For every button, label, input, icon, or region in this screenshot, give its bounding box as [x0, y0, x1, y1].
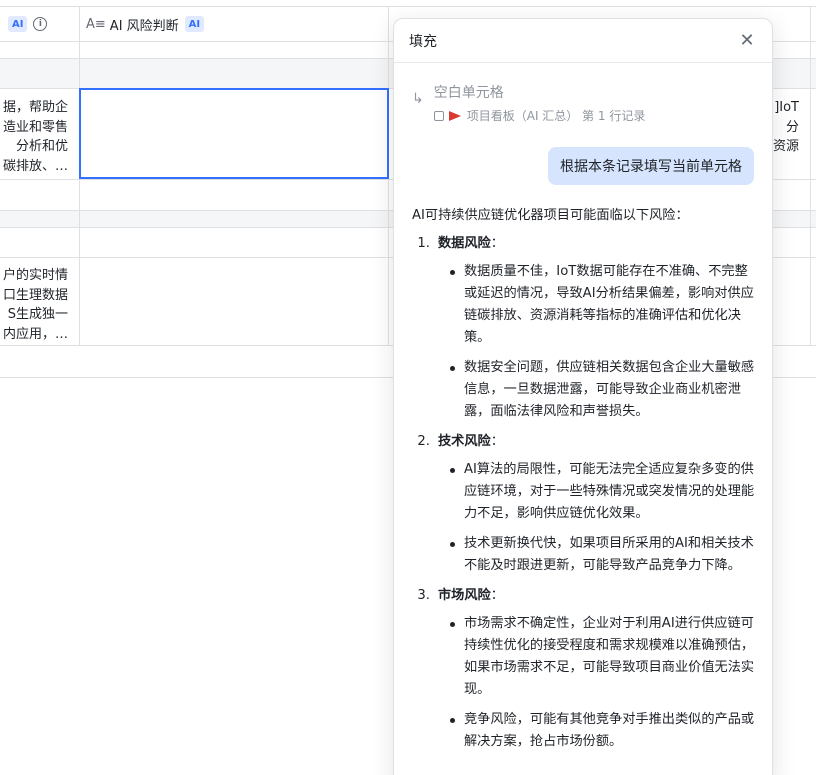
section-number: 3.	[417, 588, 430, 603]
section-title: 数据风险	[438, 236, 491, 251]
grid-line	[810, 6, 811, 345]
column-header-ai-risk[interactable]: A≡ AI 风险判断 AI	[86, 7, 205, 41]
section-number: 2.	[417, 434, 430, 449]
reply-arrow-icon: ↳	[412, 91, 424, 107]
list-item: 竞争风险，可能有其他竞争对手推出类似的产品或解决方案，抢占市场份额。	[450, 709, 757, 753]
reference-block: ↳ 空白单元格 项目看板（AI 汇总） 第 1 行记录	[412, 83, 645, 124]
close-icon[interactable]: ✕	[737, 30, 757, 51]
active-cell-ai-risk[interactable]	[79, 88, 389, 179]
panel-header: 填充 ✕	[394, 19, 772, 63]
answer-section-3: 3. 市场风险 ：	[412, 585, 757, 607]
table-cell-row1-right[interactable]: ]IoT 分 资源	[773, 98, 799, 157]
info-icon[interactable]: i	[33, 17, 48, 31]
column-header-label: AI 风险判断	[109, 18, 179, 34]
list-item: 数据安全问题，供应链相关数据包含企业大量敏感信息，一旦数据泄露，可能导致企业商业…	[450, 357, 757, 423]
reference-title: 空白单元格	[433, 85, 504, 101]
answer-section-1: 1. 数据风险 ：	[412, 233, 757, 255]
section-colon: ：	[490, 588, 504, 603]
section-colon: ：	[490, 434, 504, 449]
fill-panel: 填充 ✕ ↳ 空白单元格 项目看板（AI 汇总） 第 1 行记录 根据本条记录填…	[393, 18, 773, 775]
table-cell-row2-col1[interactable]: 户的实时情 口生理数据 S生成独一 内应用，…	[0, 266, 68, 344]
section-colon: ：	[490, 236, 504, 251]
ai-answer: AI可持续供应链优化器项目可能面临以下风险： 1. 数据风险 ： 数据质量不佳，…	[412, 205, 757, 761]
list-item: 市场需求不确定性，企业对于利用AI进行供应链可持续性优化的接受程度和需求规模难以…	[450, 613, 757, 701]
ai-badge: AI	[8, 16, 28, 32]
table-icon	[433, 111, 444, 121]
section-title: 市场风险	[438, 588, 491, 603]
reference-source[interactable]: 项目看板（AI 汇总） 第 1 行记录	[433, 108, 646, 124]
ai-text-field-icon: A≡	[86, 16, 106, 32]
section-2-bullets: AI算法的局限性，可能无法完全适应复杂多变的供应链环境，对于一些特殊情况或突发情…	[412, 459, 757, 577]
reference-source-text: 项目看板（AI 汇总） 第 1 行记录	[466, 109, 646, 123]
list-item: 数据质量不佳，IoT数据可能存在不准确、不完整或延迟的情况，导致AI分析结果偏差…	[450, 261, 757, 349]
flag-icon	[448, 111, 461, 121]
table-cell-row1-col1[interactable]: 据，帮助企 造业和零售 分析和优 碳排放、…	[0, 98, 68, 176]
user-message-bubble: 根据本条记录填写当前单元格	[548, 147, 754, 185]
answer-section-2: 2. 技术风险 ：	[412, 431, 757, 453]
section-title: 技术风险	[438, 434, 491, 449]
section-3-bullets: 市场需求不确定性，企业对于利用AI进行供应链可持续性优化的接受程度和需求规模难以…	[412, 613, 757, 753]
list-item: AI算法的局限性，可能无法完全适应复杂多变的供应链环境，对于一些特殊情况或突发情…	[450, 459, 757, 525]
list-item: 技术更新换代快，如果项目所采用的AI和相关技术不能及时跟进更新，可能导致产品竞争…	[450, 533, 757, 577]
ai-badge: AI	[184, 16, 205, 32]
answer-intro: AI可持续供应链优化器项目可能面临以下风险：	[412, 208, 689, 223]
column-header-1[interactable]: AI i	[8, 7, 48, 41]
section-number: 1.	[417, 236, 430, 251]
section-1-bullets: 数据质量不佳，IoT数据可能存在不准确、不完整或延迟的情况，导致AI分析结果偏差…	[412, 261, 757, 423]
panel-title: 填充	[409, 33, 437, 50]
